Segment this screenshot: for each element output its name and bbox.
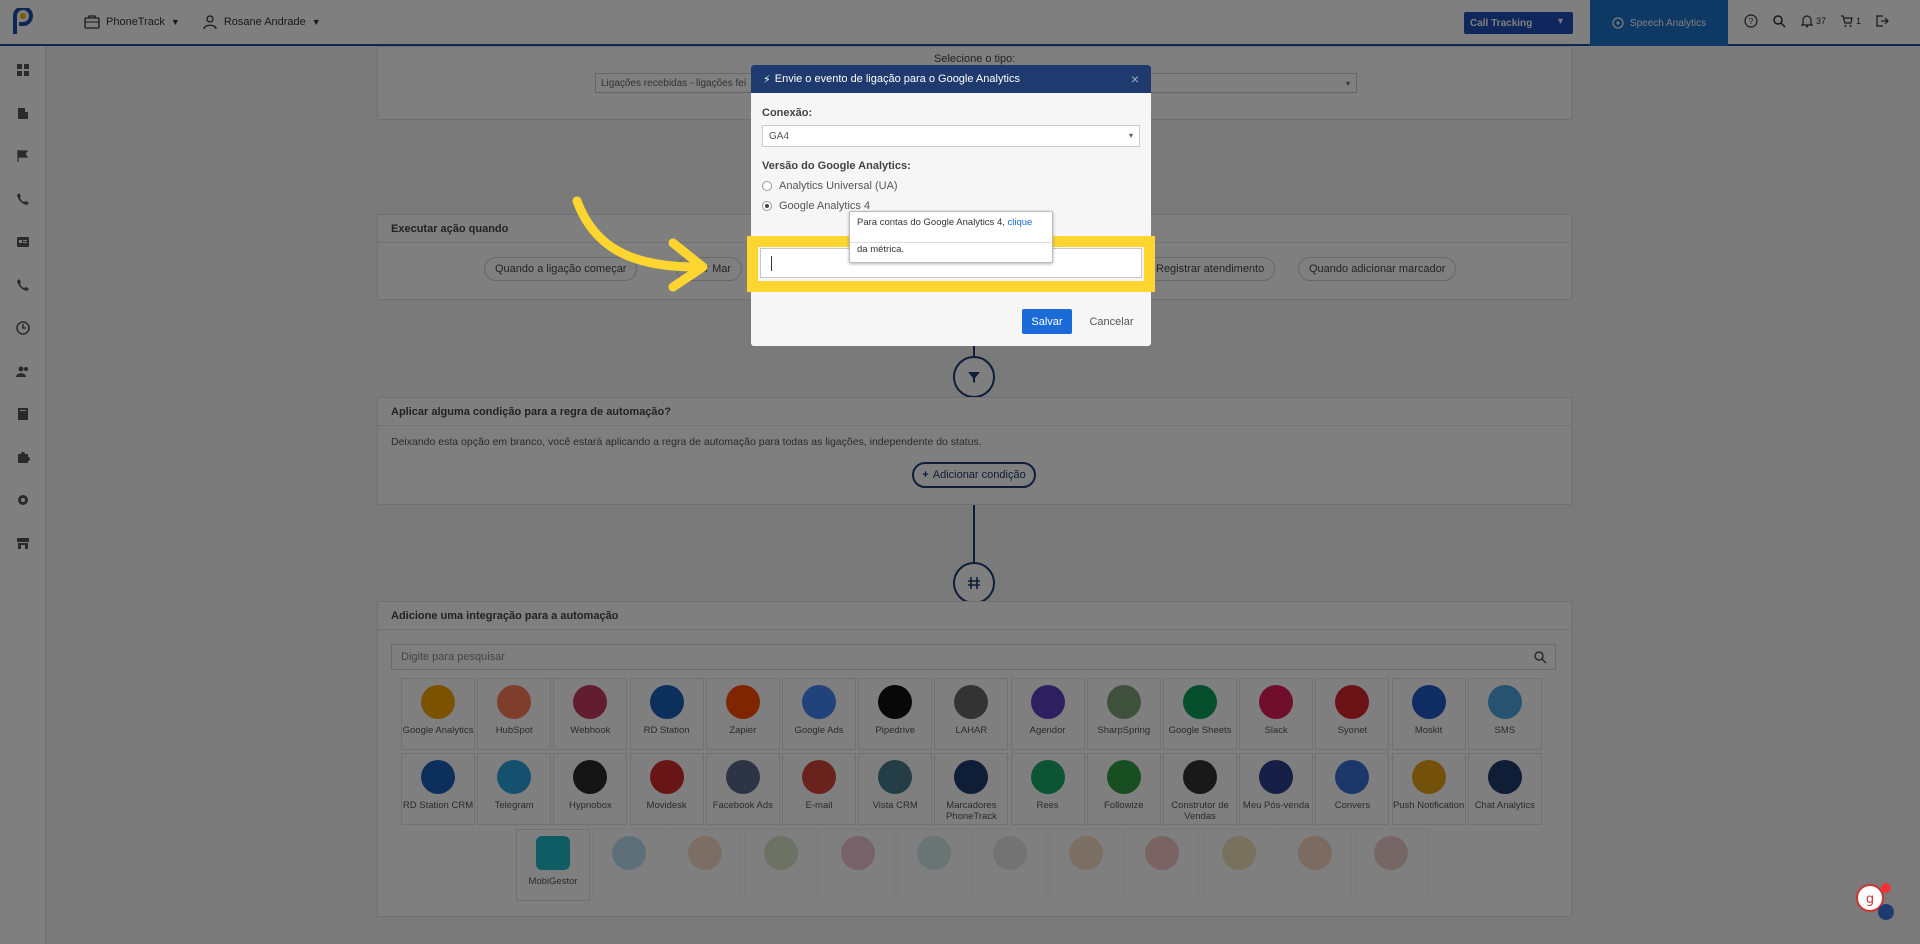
tooltip-text: Para contas do Google Analytics 4, bbox=[857, 217, 1005, 228]
tooltip-divider bbox=[850, 230, 1052, 243]
connection-select[interactable]: GA4 ▾ bbox=[762, 125, 1140, 147]
connection-value: GA4 bbox=[769, 130, 790, 142]
radio-button-selected[interactable] bbox=[762, 201, 772, 211]
close-icon[interactable]: × bbox=[1131, 71, 1139, 87]
ga-event-modal: ⚡ Envie o evento de ligação para o Googl… bbox=[751, 65, 1151, 346]
radio-ua-label: Analytics Universal (UA) bbox=[779, 180, 898, 192]
support-widget-icon[interactable]: g bbox=[1855, 880, 1895, 920]
radio-button[interactable] bbox=[762, 181, 772, 191]
tutorial-arrow-icon bbox=[572, 196, 708, 292]
tooltip-text-end: da métrica. bbox=[857, 244, 904, 255]
svg-text:g: g bbox=[1866, 892, 1874, 907]
connection-label: Conexão: bbox=[762, 107, 813, 119]
bolt-icon: ⚡ bbox=[763, 73, 771, 86]
version-label: Versão do Google Analytics: bbox=[762, 160, 911, 172]
modal-header: ⚡ Envie o evento de ligação para o Googl… bbox=[751, 65, 1151, 93]
modal-title: Envie o evento de ligação para o Google … bbox=[774, 73, 1020, 85]
help-tooltip: Para contas do Google Analytics 4, cliqu… bbox=[849, 211, 1053, 263]
caret-down-icon: ▾ bbox=[1128, 131, 1133, 140]
radio-ua[interactable]: Analytics Universal (UA) bbox=[762, 180, 898, 192]
text-cursor bbox=[771, 256, 772, 271]
tooltip-link[interactable]: clique bbox=[1008, 217, 1033, 228]
cancel-button[interactable]: Cancelar bbox=[1084, 309, 1139, 334]
save-button[interactable]: Salvar bbox=[1022, 309, 1072, 334]
